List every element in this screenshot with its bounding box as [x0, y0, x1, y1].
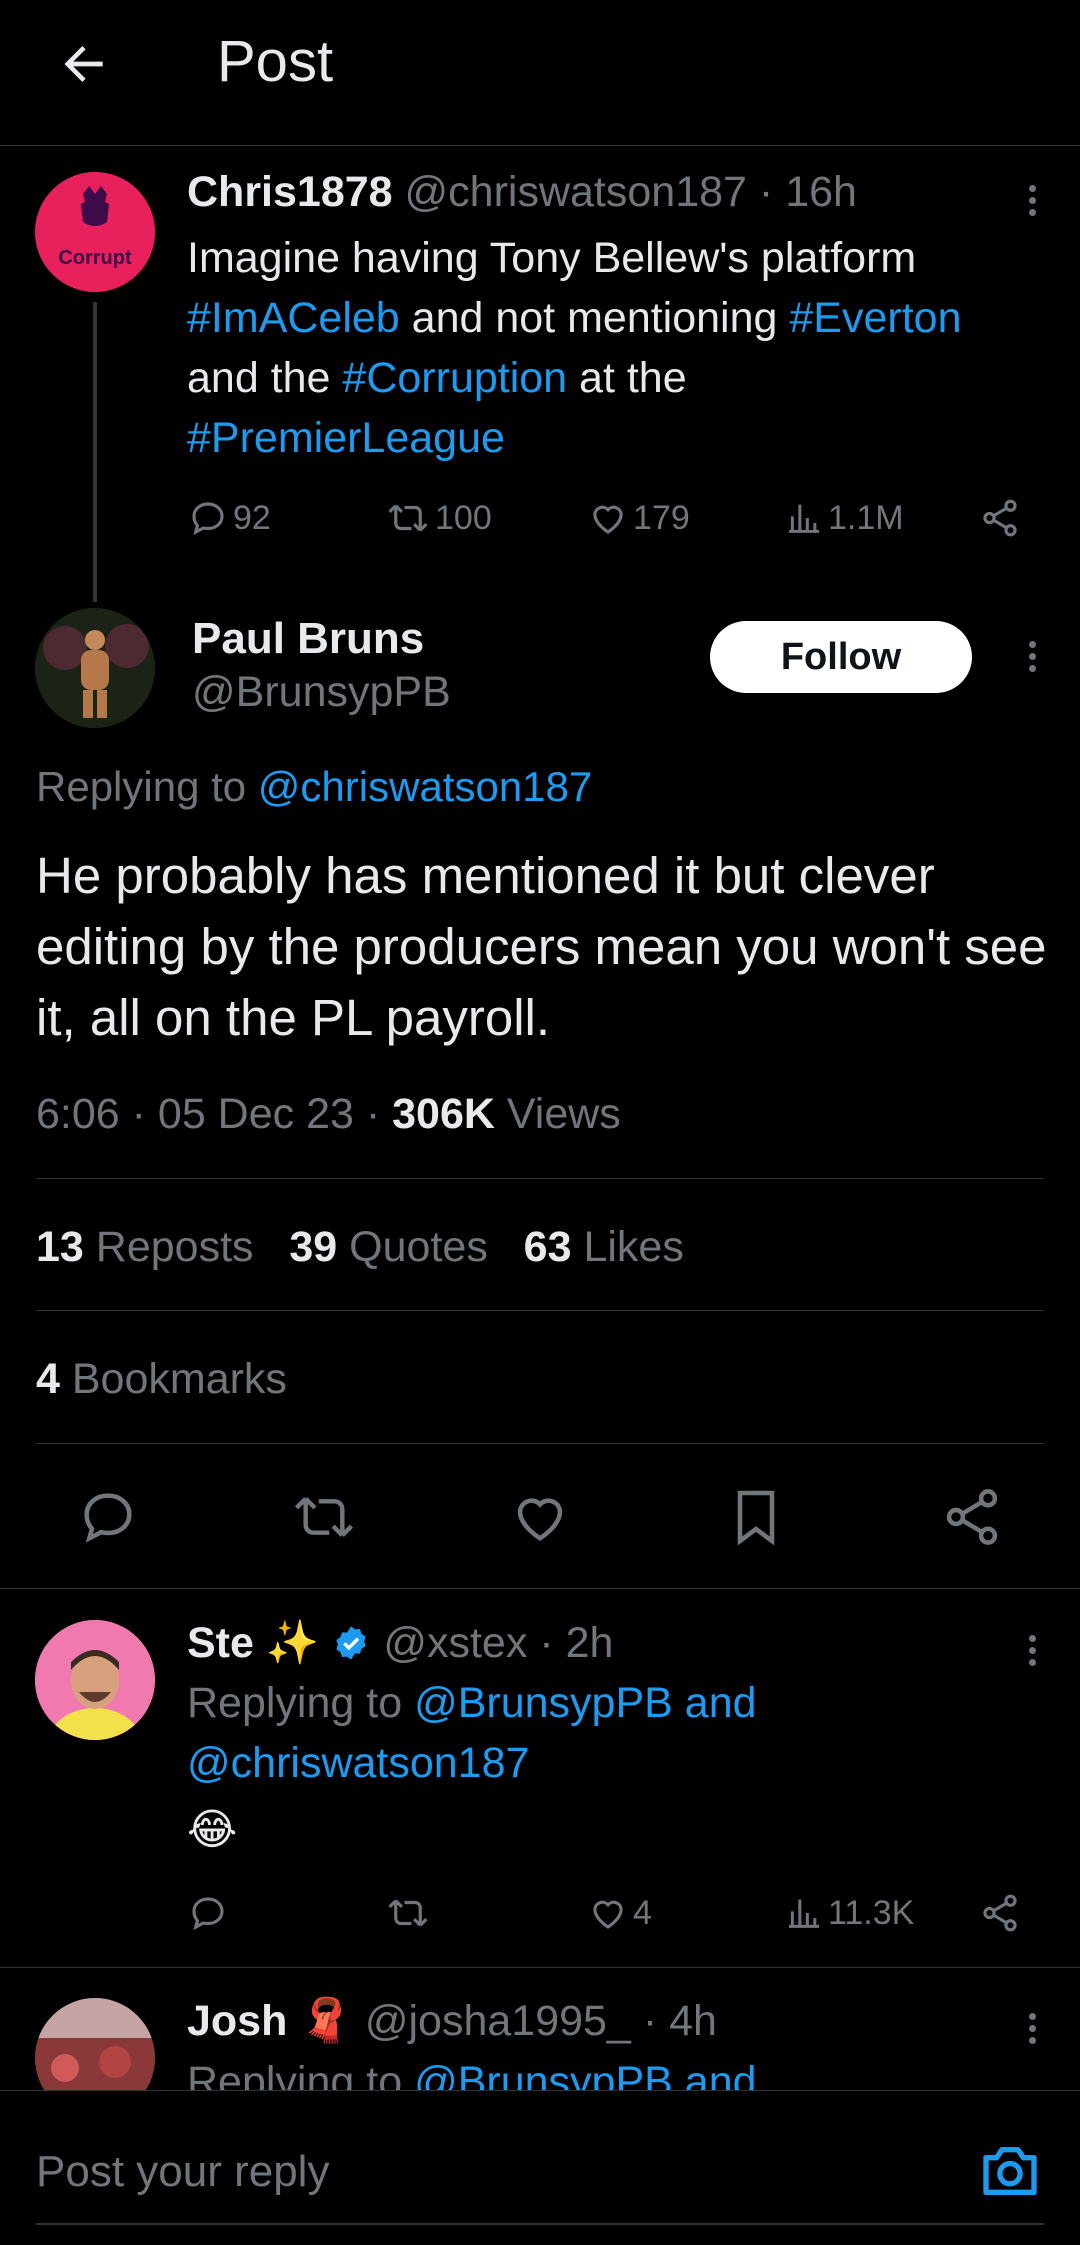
replying-to: Replying to @chriswatson187	[36, 763, 593, 810]
verified-badge-icon	[331, 1623, 371, 1663]
handle[interactable]: @BrunsypPB	[192, 668, 451, 717]
post-text: 😂	[187, 1806, 238, 1854]
divider	[0, 1588, 1080, 1589]
divider	[36, 1443, 1044, 1444]
post-header: Josh 🧣 @josha1995_ · 4h	[187, 1996, 717, 2046]
composer-underline	[36, 2223, 1044, 2225]
views-icon	[789, 504, 819, 533]
post-text: He probably has mentioned it but clever …	[36, 847, 1047, 1046]
more-options-icon[interactable]	[1022, 636, 1042, 676]
display-name[interactable]: Paul Bruns	[192, 614, 424, 664]
repost-icon	[388, 504, 428, 532]
post-header: Chris1878 @chriswatson187 · 16h	[187, 168, 857, 217]
avatar[interactable]	[35, 1620, 155, 1740]
share-icon[interactable]	[940, 1485, 1004, 1549]
bookmark-icon[interactable]	[724, 1485, 788, 1549]
page-title: Post	[217, 29, 334, 94]
handle[interactable]: @chriswatson187	[405, 168, 747, 216]
more-options-icon[interactable]	[1022, 180, 1042, 220]
repost-button[interactable]: 100	[385, 493, 492, 543]
heart-icon	[593, 1900, 623, 1929]
hashtag-link[interactable]: #PremierLeague	[187, 414, 505, 462]
avatar[interactable]: Corrupt	[35, 172, 155, 292]
like-button[interactable]: 4	[587, 1888, 652, 1938]
thread-line	[93, 302, 97, 602]
views-button[interactable]: 1.1M	[784, 493, 904, 543]
likes-stat[interactable]: 63 Likes	[524, 1223, 684, 1271]
reply-button[interactable]: 92	[187, 493, 271, 543]
more-options-icon[interactable]	[1022, 2008, 1042, 2048]
display-name[interactable]: Ste	[187, 1619, 254, 1667]
mention-link[interactable]: @chriswatson187	[258, 763, 592, 810]
sparkles-emoji: ✨	[265, 1619, 320, 1667]
divider	[0, 1967, 1080, 1968]
heart-icon	[593, 505, 623, 534]
mention-link[interactable]: @BrunsypPB and	[414, 1679, 756, 1727]
repost-button[interactable]	[385, 1888, 431, 1938]
engagement-stats: 13 Reposts 39 Quotes 63 Likes	[36, 1223, 684, 1272]
views-button[interactable]: 11.3K	[784, 1888, 914, 1938]
repost-icon[interactable]	[290, 1485, 354, 1549]
share-button[interactable]	[979, 1888, 1021, 1938]
post-actions: 92 100 179 1.1M	[187, 493, 1027, 543]
mention-link[interactable]: @chriswatson187	[187, 1739, 529, 1787]
post-text: Imagine having Tony Bellew's platform #I…	[187, 234, 962, 462]
quotes-stat[interactable]: 39 Quotes	[289, 1223, 487, 1271]
heart-icon[interactable]	[508, 1485, 572, 1549]
timestamp: · 16h	[758, 168, 857, 216]
divider	[36, 1178, 1044, 1179]
repost-icon	[388, 1899, 428, 1927]
reply-button[interactable]	[187, 1888, 229, 1938]
bookmarks-stat[interactable]: 4 Bookmarks	[36, 1355, 287, 1404]
timestamp: 6:06 · 05 Dec 23 ·	[36, 1090, 393, 1138]
post-actions: 4 11.3K	[187, 1888, 1027, 1938]
reply-icon[interactable]	[76, 1485, 140, 1549]
replying-to: Replying to @BrunsypPB and @chriswatson1…	[187, 1679, 757, 1787]
handle[interactable]: @josha1995_	[365, 1997, 631, 2045]
hashtag-link[interactable]: #ImACeleb	[187, 294, 400, 342]
display-name[interactable]: Josh	[187, 1997, 287, 2045]
share-icon	[983, 499, 1017, 537]
reposts-stat[interactable]: 13 Reposts	[36, 1223, 254, 1271]
avatar[interactable]	[35, 608, 155, 728]
back-arrow-icon[interactable]	[56, 36, 112, 92]
views-icon	[789, 1899, 819, 1928]
share-button[interactable]	[979, 493, 1021, 543]
reply-icon	[192, 502, 224, 536]
hashtag-link[interactable]: #Corruption	[342, 354, 567, 402]
views-count: 306K	[392, 1090, 495, 1138]
post-meta: 6:06 · 05 Dec 23 · 306K Views	[36, 1090, 621, 1138]
reply-icon	[192, 1897, 224, 1931]
divider	[36, 1310, 1044, 1311]
timestamp: · 2h	[539, 1619, 614, 1667]
camera-icon[interactable]	[978, 2141, 1042, 2201]
like-button[interactable]: 179	[587, 493, 690, 543]
svg-text:Corrupt: Corrupt	[58, 247, 132, 269]
reply-composer-bar: Post your reply	[0, 2090, 1080, 2245]
top-app-bar: Post	[0, 0, 1080, 146]
more-options-icon[interactable]	[1022, 1630, 1042, 1670]
share-icon	[983, 1894, 1017, 1932]
hashtag-link[interactable]: #Everton	[789, 294, 961, 342]
reply-input[interactable]: Post your reply	[36, 2147, 329, 2197]
main-post-actions	[0, 1475, 1080, 1555]
follow-button[interactable]: Follow	[710, 621, 972, 693]
timestamp: · 4h	[642, 1997, 717, 2045]
scarf-emoji: 🧣	[299, 1997, 353, 2045]
handle[interactable]: @xstex	[383, 1619, 527, 1667]
display-name[interactable]: Chris1878	[187, 168, 393, 216]
post-header: Ste ✨ @xstex · 2h	[187, 1618, 613, 1668]
